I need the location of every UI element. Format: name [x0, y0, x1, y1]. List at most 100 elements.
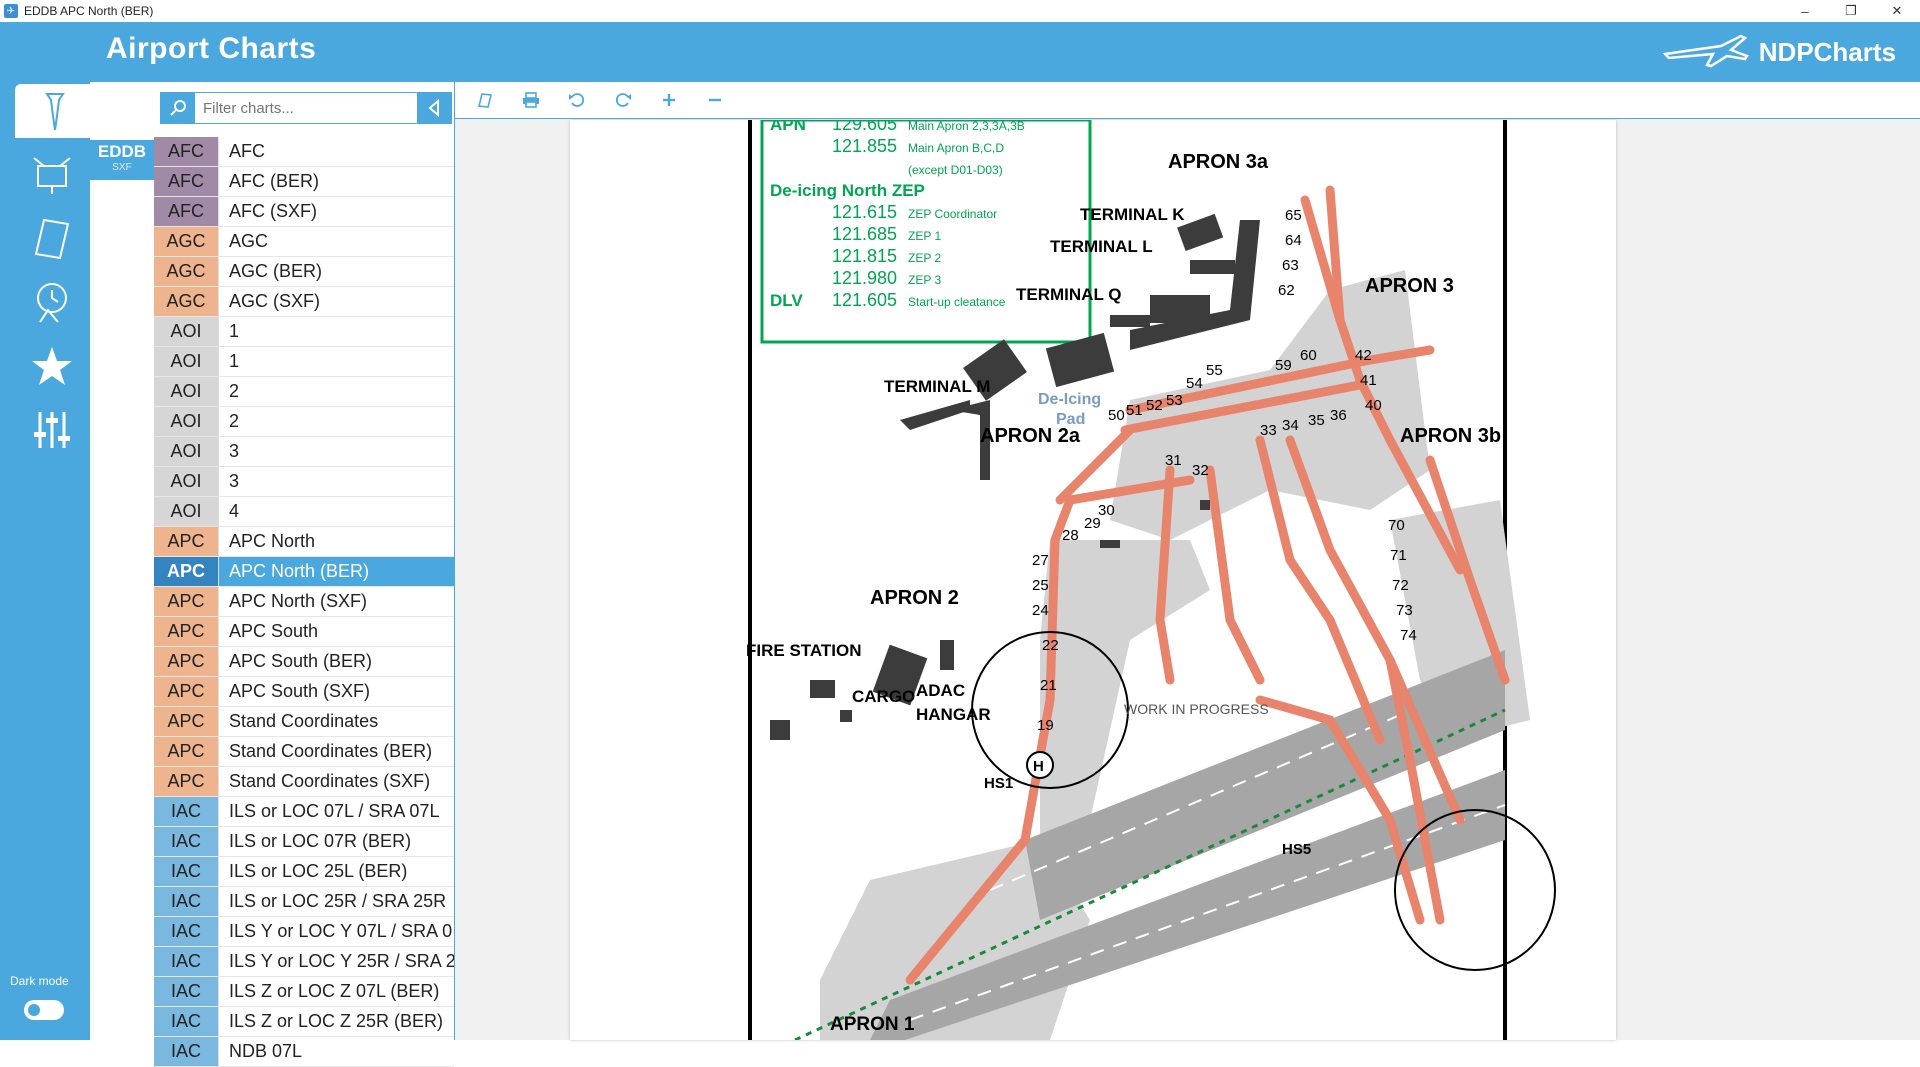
clock-runner-icon — [37, 283, 67, 323]
freq-value: 121.605 — [832, 290, 897, 310]
search-icon[interactable] — [161, 93, 195, 123]
chart-name: NDB 07L — [229, 1041, 303, 1061]
chart-sheet-icon — [34, 218, 70, 260]
chart-name: APC South (SXF) — [229, 681, 371, 701]
chart-list-item[interactable]: AGC AGC (SXF) — [154, 287, 454, 317]
chart-list-item[interactable]: APC APC North (BER) — [154, 557, 454, 587]
stand-number: 55 — [1206, 362, 1223, 379]
stand-number: 19 — [1037, 717, 1054, 734]
stand-number: 34 — [1282, 417, 1299, 434]
stand-number: 73 — [1396, 602, 1413, 619]
chart-name: Stand Coordinates (SXF) — [229, 771, 431, 791]
rail-item-favorites[interactable] — [26, 340, 78, 392]
chart-list-item[interactable]: IAC ILS or LOC 25L (BER) — [154, 857, 454, 887]
collapse-panel-icon[interactable] — [417, 93, 451, 123]
chart-list-item[interactable]: IAC ILS Y or LOC Y 25R / SRA 2 — [154, 947, 454, 977]
chart-list-item[interactable]: IAC ILS or LOC 07L / SRA 07L — [154, 797, 454, 827]
chart-category-badge: AFC — [154, 137, 219, 166]
airport-chart-drawing[interactable]: APN 129.605 Main Apron 2,3,3A,3B 121.855 Mai… — [570, 120, 1616, 1040]
chart-name: APC North (BER) — [229, 561, 370, 581]
chart-label-apron2a: APRON 2a — [980, 425, 1081, 447]
freq-value: 121.685 — [832, 224, 897, 244]
freq-value: 129.605 — [832, 120, 897, 134]
airport-item-eddb[interactable]: EDDB SXF — [90, 140, 154, 180]
stand-number: 28 — [1062, 527, 1079, 544]
stand-number: 29 — [1084, 515, 1101, 532]
chart-list-item[interactable]: AFC AFC (SXF) — [154, 197, 454, 227]
chart-list-item[interactable]: AFC AFC (BER) — [154, 167, 454, 197]
chart-list-item[interactable]: AGC AGC — [154, 227, 454, 257]
stand-number: 64 — [1285, 232, 1302, 249]
chart-category-badge: APC — [154, 767, 219, 796]
rail-item-settings[interactable] — [26, 404, 78, 456]
window-title: EDDB APC North (BER) — [24, 4, 154, 18]
chart-sheet-button[interactable] — [469, 85, 501, 115]
rail-item-briefing[interactable] — [26, 148, 78, 200]
stand-number: 35 — [1308, 412, 1325, 429]
chart-list-item[interactable]: AOI 3 — [154, 437, 454, 467]
chart-list-item[interactable]: AOI 1 — [154, 347, 454, 377]
chart-category-badge: APC — [154, 617, 219, 646]
print-button[interactable] — [515, 85, 547, 115]
chart-list-item[interactable]: IAC ILS or LOC 25R / SRA 25R — [154, 887, 454, 917]
chart-category-badge: AOI — [154, 347, 219, 376]
zoom-out-button[interactable] — [699, 85, 731, 115]
search-input[interactable] — [195, 93, 417, 123]
chart-category-badge: IAC — [154, 1007, 219, 1036]
brand-name: NDPCharts — [1758, 36, 1896, 67]
chart-list-item[interactable]: APC APC South — [154, 617, 454, 647]
chart-list-item[interactable]: AOI 2 — [154, 407, 454, 437]
chart-list-item[interactable]: AOI 1 — [154, 317, 454, 347]
chart-list-item[interactable]: AFC AFC — [154, 137, 454, 167]
chart-category-badge: IAC — [154, 827, 219, 856]
chart-list-item[interactable]: APC Stand Coordinates (SXF) — [154, 767, 454, 797]
chart-list-item[interactable]: IAC ILS Z or LOC Z 07L (BER) — [154, 977, 454, 1007]
rail-item-procedures[interactable] — [26, 276, 78, 328]
chart-list-item[interactable]: APC APC North — [154, 527, 454, 557]
app-icon: ✈ — [4, 4, 18, 18]
rotate-right-button[interactable] — [607, 85, 639, 115]
freq-value: 121.855 — [832, 136, 897, 156]
chart-list-item[interactable]: APC APC South (BER) — [154, 647, 454, 677]
chart-list-item[interactable]: APC APC North (SXF) — [154, 587, 454, 617]
chart-name: AFC (SXF) — [229, 201, 317, 221]
stand-number: 24 — [1032, 602, 1049, 619]
chart-label-cargo: CARGO — [852, 687, 915, 706]
minus-icon — [709, 98, 721, 102]
chart-list-panel: AFCAFCAFCAFC (BER)AFCAFC (SXF)AGCAGCAGCA… — [154, 82, 455, 1067]
chart-list-item[interactable]: IAC ILS Y or LOC Y 07L / SRA 0 — [154, 917, 454, 947]
app-header: Airport Charts NDPCharts — [0, 22, 1920, 82]
chart-list-item[interactable]: IAC ILS or LOC 07R (BER) — [154, 827, 454, 857]
chart-list-item[interactable]: AOI 3 — [154, 467, 454, 497]
chart-category-badge: IAC — [154, 887, 219, 916]
chart-label-terminal_q: TERMINAL Q — [1016, 285, 1121, 304]
chart-list-item[interactable]: IAC ILS Z or LOC Z 25R (BER) — [154, 1007, 454, 1037]
stand-number: 62 — [1278, 282, 1295, 299]
chart-list-item[interactable]: AOI 4 — [154, 497, 454, 527]
minimize-button[interactable]: – — [1782, 0, 1828, 22]
chart-list-item[interactable]: APC Stand Coordinates (BER) — [154, 737, 454, 767]
chart-name: ILS or LOC 07R (BER) — [229, 831, 412, 851]
stand-number: 42 — [1355, 347, 1372, 364]
chart-list-item[interactable]: APC Stand Coordinates — [154, 707, 454, 737]
chart-list-item[interactable]: AOI 2 — [154, 377, 454, 407]
close-button[interactable]: ✕ — [1874, 0, 1920, 22]
dark-mode-toggle[interactable] — [24, 1000, 64, 1020]
chart-category-badge: AGC — [154, 287, 219, 316]
stand-number: 71 — [1390, 547, 1407, 564]
chart-list-item[interactable]: APC APC South (SXF) — [154, 677, 454, 707]
maximize-button[interactable]: ❐ — [1828, 0, 1874, 22]
chart-label-terminal_l: TERMINAL L — [1050, 237, 1153, 256]
chart-list-item[interactable]: AGC AGC (BER) — [154, 257, 454, 287]
rotate-left-button[interactable] — [561, 85, 593, 115]
chart-name: APC South (BER) — [229, 651, 373, 671]
chart-category-badge: AGC — [154, 257, 219, 286]
chart-label-heli: H — [1033, 758, 1044, 775]
zoom-in-button[interactable] — [653, 85, 685, 115]
rail-item-charts[interactable] — [26, 212, 78, 264]
chart-label-apron2: APRON 2 — [870, 587, 959, 609]
chart-page[interactable]: APN 129.605 Main Apron 2,3,3A,3B 121.855 Mai… — [570, 120, 1616, 1040]
plus-icon — [663, 94, 675, 106]
airport-icao: EDDB — [97, 142, 147, 161]
chart-list-item[interactable]: IAC NDB 07L — [154, 1037, 454, 1067]
